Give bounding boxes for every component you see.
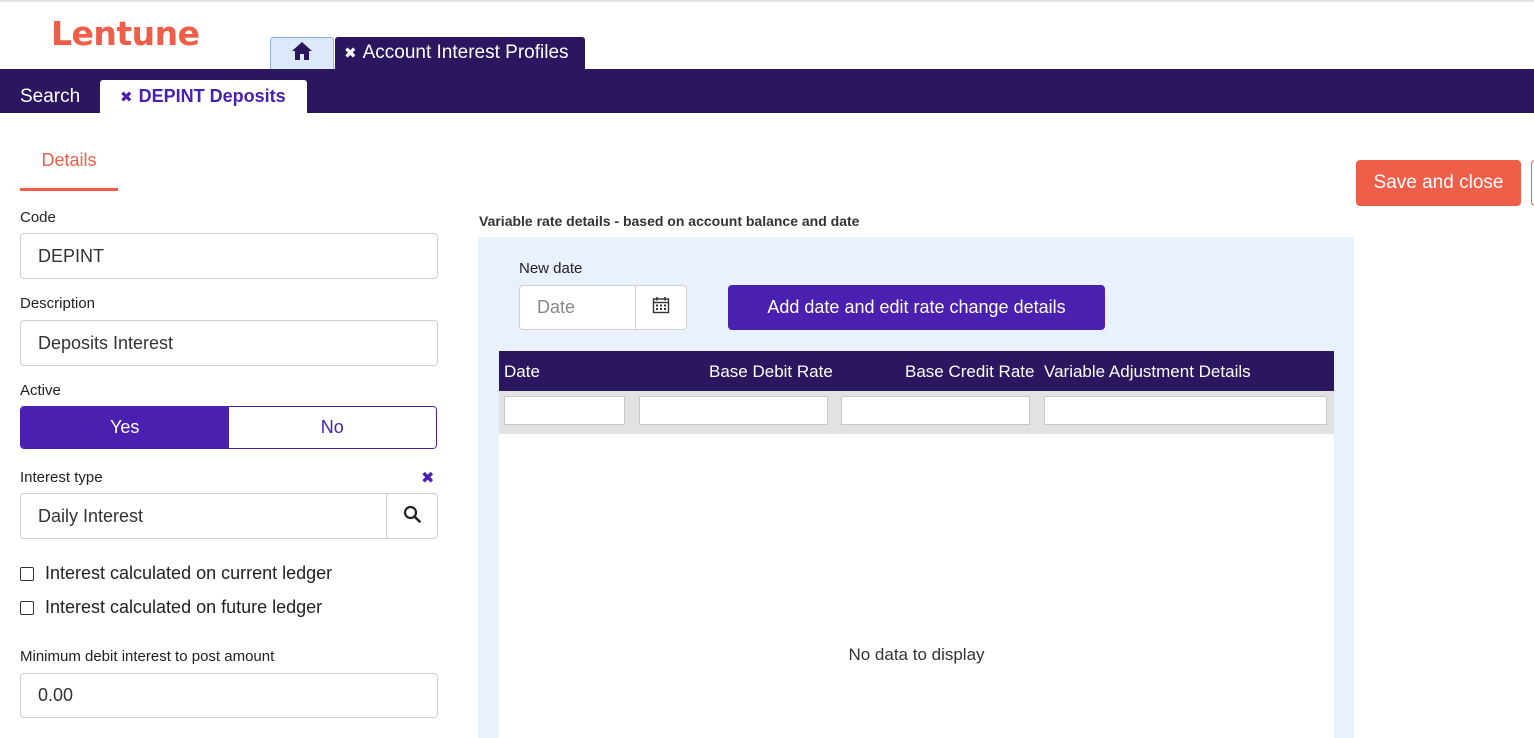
future-ledger-label: Interest calculated on future ledger (45, 597, 323, 617)
active-no-button[interactable]: No (228, 407, 436, 448)
code-label: Code (20, 209, 56, 226)
clear-interest-type-icon[interactable]: ✖ (421, 468, 434, 488)
future-ledger-checkbox-row[interactable]: Interest calculated on future ledger (20, 597, 322, 618)
variable-adjustment-filter-input[interactable] (1044, 396, 1327, 425)
calendar-icon (652, 296, 670, 319)
description-field[interactable]: Deposits Interest (20, 320, 438, 366)
description-label: Description (20, 295, 96, 312)
min-debit-field[interactable]: 0.00 (20, 673, 438, 718)
tab-depint-deposits[interactable]: ✖ DEPINT Deposits (100, 80, 307, 113)
tab-details[interactable]: Details (20, 145, 118, 191)
home-tab[interactable] (270, 37, 334, 69)
base-debit-filter-input[interactable] (639, 396, 828, 425)
search-icon (403, 505, 421, 528)
home-icon (291, 41, 313, 66)
future-ledger-checkbox[interactable] (20, 600, 34, 615)
brand-logo: Lentune (51, 14, 200, 53)
active-toggle: Yes No (20, 406, 437, 449)
current-ledger-checkbox[interactable] (20, 566, 34, 581)
base-credit-filter-input[interactable] (841, 396, 1030, 425)
new-date-input[interactable]: Date (520, 286, 635, 329)
add-date-button[interactable]: Add date and edit rate change details (728, 285, 1105, 330)
interest-type-input[interactable]: Daily Interest (21, 494, 386, 538)
no-data-message: No data to display (848, 645, 985, 664)
current-ledger-label: Interest calculated on current ledger (45, 563, 333, 583)
interest-type-search-button[interactable] (386, 494, 437, 538)
active-yes-button[interactable]: Yes (21, 407, 229, 448)
nav-search-link[interactable]: Search (20, 86, 80, 108)
save-and-close-button[interactable]: Save and close (1356, 160, 1521, 206)
current-ledger-checkbox-row[interactable]: Interest calculated on current ledger (20, 563, 332, 584)
column-header-date[interactable]: Date (504, 362, 540, 382)
column-header-base-credit-rate[interactable]: Base Credit Rate (905, 362, 1034, 382)
top-border (0, 0, 1534, 2)
code-field[interactable]: DEPINT (20, 233, 438, 279)
rates-grid-header: Date Base Debit Rate Base Credit Rate Va… (499, 351, 1334, 391)
min-debit-label: Minimum debit interest to post amount (20, 648, 275, 665)
new-date-label: New date (519, 260, 583, 277)
close-tab-icon[interactable]: ✖ (344, 44, 357, 62)
variable-rate-title: Variable rate details - based on account… (479, 213, 860, 229)
rates-grid-filter-row (499, 391, 1334, 434)
column-header-base-debit-rate[interactable]: Base Debit Rate (709, 362, 833, 382)
interest-type-lookup: Daily Interest (20, 493, 438, 539)
tab-account-interest-profiles[interactable]: ✖ Account Interest Profiles (335, 37, 585, 69)
interest-type-label: Interest type (20, 469, 103, 486)
active-label: Active (20, 382, 61, 399)
date-filter-input[interactable] (504, 396, 625, 425)
new-date-picker: Date (519, 285, 687, 330)
rates-grid-body: No data to display (499, 434, 1334, 738)
close-subtab-icon[interactable]: ✖ (120, 88, 133, 106)
column-header-variable-adjustment[interactable]: Variable Adjustment Details (1044, 362, 1251, 382)
subtab-label: DEPINT Deposits (138, 86, 286, 106)
calendar-button[interactable] (635, 286, 686, 329)
tab-label: Account Interest Profiles (362, 42, 569, 63)
